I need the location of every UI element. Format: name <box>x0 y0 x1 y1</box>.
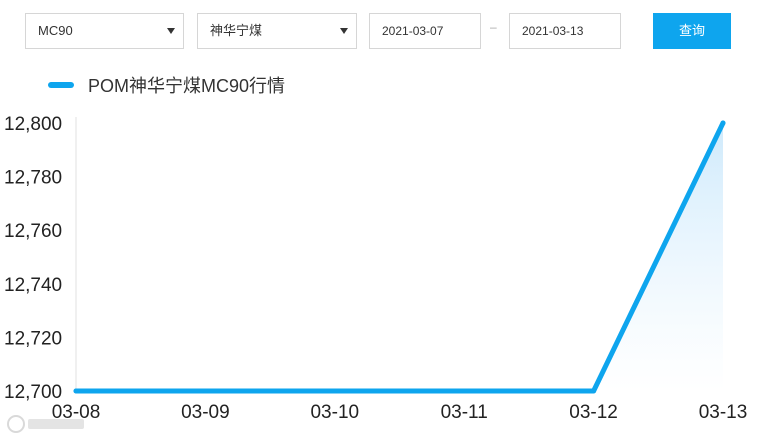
watermark-logo <box>7 415 84 433</box>
data-point <box>202 388 208 394</box>
x-tick-label: 03-10 <box>310 402 359 423</box>
data-point <box>73 388 79 394</box>
y-tick-label: 12,720 <box>4 328 62 349</box>
x-tick-label: 03-11 <box>441 402 488 423</box>
data-point <box>332 388 338 394</box>
data-point <box>461 388 467 394</box>
x-tick-label: 03-09 <box>181 402 230 423</box>
y-tick-label: 12,760 <box>4 221 62 242</box>
price-chart-page: MC90 神华宁煤 2021-03-07 – 2021-03-13 查询 POM… <box>0 0 772 441</box>
price-line-chart: 12,700 12,720 12,740 12,760 12,780 12,800 03-0… <box>4 114 748 423</box>
y-tick-label: 12,800 <box>4 114 62 135</box>
series-area <box>76 123 723 391</box>
data-point <box>720 120 726 126</box>
x-tick-label: 03-12 <box>569 402 618 423</box>
y-tick-label: 12,700 <box>4 382 62 403</box>
x-tick-label: 03-13 <box>699 402 748 423</box>
data-point <box>591 388 597 394</box>
y-tick-label: 12,740 <box>4 275 62 296</box>
y-tick-label: 12,780 <box>4 168 62 189</box>
